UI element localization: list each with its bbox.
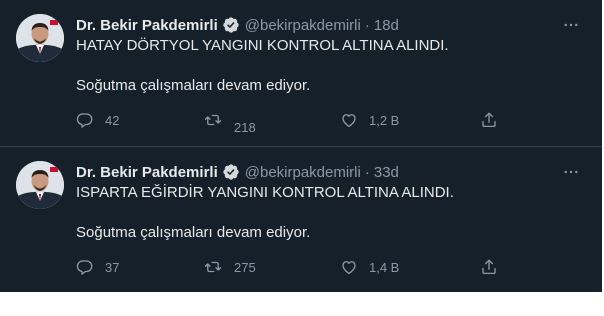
tweet-text-line: Soğutma çalışmaları devam ediyor. — [76, 77, 311, 94]
reply-icon — [76, 111, 94, 129]
tweet-header: Dr. Bekir Pakdemirli @bekirpakdemirli · … — [76, 15, 399, 35]
more-icon[interactable] — [560, 14, 582, 36]
author-handle[interactable]: @bekirpakdemirli — [245, 164, 361, 181]
tweet-header: Dr. Bekir Pakdemirli @bekirpakdemirli · … — [76, 162, 399, 182]
retweet-count: 275 — [234, 259, 256, 275]
verified-badge-icon — [222, 163, 240, 181]
retweet-icon — [203, 111, 223, 129]
share-button[interactable] — [480, 108, 498, 132]
like-count: 1,4 B — [369, 259, 400, 275]
author-name[interactable]: Dr. Bekir Pakdemirli — [76, 17, 218, 34]
reply-button[interactable]: 42 — [76, 108, 119, 132]
like-button[interactable]: 1,4 B — [340, 255, 399, 279]
reply-icon — [76, 258, 94, 276]
share-button[interactable] — [480, 255, 498, 279]
reply-count: 37 — [105, 259, 120, 275]
tweet[interactable]: Dr. Bekir Pakdemirli @bekirpakdemirli · … — [0, 0, 602, 146]
avatar[interactable] — [16, 161, 64, 209]
tweet-actions: 37 275 1,4 B — [76, 255, 506, 279]
share-icon — [480, 111, 498, 129]
more-icon[interactable] — [560, 161, 582, 183]
verified-badge-icon — [222, 16, 240, 34]
tweet[interactable]: Dr. Bekir Pakdemirli @bekirpakdemirli · … — [0, 146, 602, 292]
share-icon — [480, 258, 498, 276]
separator: · — [364, 16, 370, 34]
tweet-actions: 42 218 1,2 B — [76, 108, 506, 135]
like-count: 1,2 B — [369, 112, 400, 128]
tweet-text-line: Soğutma çalışmaları devam ediyor. — [76, 224, 311, 241]
retweet-icon — [203, 258, 223, 276]
reply-count: 42 — [105, 112, 120, 128]
reply-button[interactable]: 37 — [76, 255, 119, 279]
timestamp[interactable]: 33d — [374, 164, 399, 181]
avatar[interactable] — [16, 14, 64, 62]
separator: · — [364, 163, 370, 181]
like-icon — [340, 258, 358, 276]
retweet-button[interactable]: 275 — [203, 255, 256, 279]
tweet-text-line: HATAY DÖRTYOL YANGINI KONTROL ALTINA ALI… — [76, 37, 449, 54]
retweet-button[interactable]: 218 — [203, 108, 256, 135]
timeline: Dr. Bekir Pakdemirli @bekirpakdemirli · … — [0, 0, 602, 292]
like-button[interactable]: 1,2 B — [340, 108, 399, 132]
author-handle[interactable]: @bekirpakdemirli — [245, 17, 361, 34]
retweet-count: 218 — [234, 119, 256, 135]
tweet-text-line: ISPARTA EĞİRDİR YANGINI KONTROL ALTINA A… — [76, 184, 454, 201]
like-icon — [340, 111, 358, 129]
author-name[interactable]: Dr. Bekir Pakdemirli — [76, 164, 218, 181]
timestamp[interactable]: 18d — [374, 17, 399, 34]
